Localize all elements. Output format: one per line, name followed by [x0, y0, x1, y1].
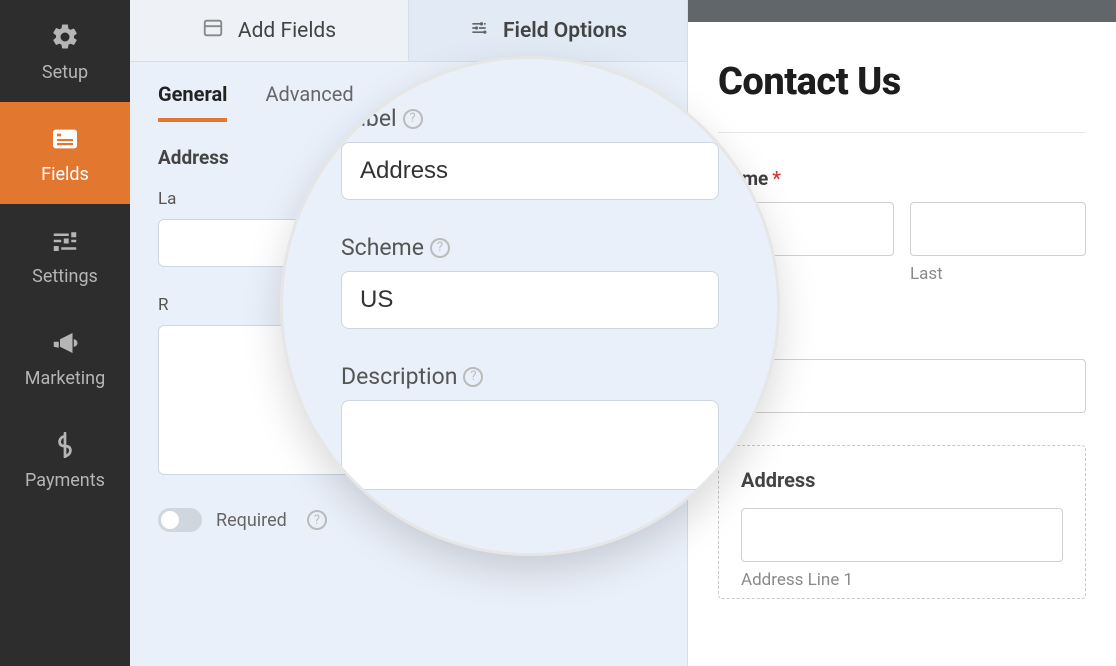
sidebar-item-label: Fields	[41, 164, 89, 185]
address-field-block[interactable]: Address Address Line 1	[718, 445, 1086, 599]
sliders-icon	[48, 224, 82, 258]
panel-top-tabs: Add Fields Field Options	[130, 0, 687, 62]
sidebar-item-marketing[interactable]: Marketing	[0, 306, 130, 408]
section-title: Address	[158, 146, 659, 169]
sidebar-item-setup[interactable]: Setup	[0, 0, 130, 102]
sidebar-item-fields[interactable]: Fields	[0, 102, 130, 204]
form-icon	[48, 122, 82, 156]
tab-field-options[interactable]: Field Options	[409, 0, 687, 61]
form-preview: Contact Us Name* First Last Email*	[688, 0, 1116, 666]
form-title: Contact Us	[718, 60, 1086, 104]
sidebar-item-label: Marketing	[25, 368, 105, 389]
field-group-description: R	[158, 295, 659, 480]
required-toggle[interactable]	[158, 508, 202, 532]
tab-add-fields[interactable]: Add Fields	[130, 0, 409, 61]
label-input-bg[interactable]	[158, 219, 659, 267]
required-label: Required	[216, 510, 287, 531]
name-label: Name*	[718, 167, 1086, 190]
sidebar-item-payments[interactable]: Payments	[0, 408, 130, 510]
panel-body: Address La R Required ?	[130, 122, 687, 532]
sidebar-item-settings[interactable]: Settings	[0, 204, 130, 306]
tab-label: Add Fields	[238, 19, 336, 43]
help-icon[interactable]: ?	[307, 510, 327, 530]
subtab-advanced[interactable]: Advanced	[265, 82, 353, 122]
required-row: Required ?	[158, 508, 659, 532]
sliders-small-icon	[469, 18, 489, 44]
grid-icon	[202, 17, 224, 45]
last-name-input[interactable]	[910, 202, 1086, 256]
subtab-general[interactable]: General	[158, 82, 227, 122]
field-options-panel: Add Fields Field Options General Advance…	[130, 0, 688, 666]
tab-label: Field Options	[503, 19, 627, 43]
address-line1-input[interactable]	[741, 508, 1063, 562]
email-field-block: Email*	[718, 324, 1086, 413]
field-label-label: La	[158, 189, 198, 209]
sidebar-item-label: Payments	[25, 470, 105, 491]
email-input[interactable]	[718, 359, 1086, 413]
left-sidebar: Setup Fields Settings Marketing Payments	[0, 0, 130, 666]
address-line1-hint: Address Line 1	[741, 570, 1063, 590]
subtab-logic[interactable]: Logic	[512, 82, 561, 122]
preview-top-bar	[688, 0, 1116, 22]
first-hint: First	[718, 264, 894, 284]
address-label: Address	[741, 468, 1063, 492]
first-name-input[interactable]	[718, 202, 894, 256]
field-group-label: La	[158, 189, 659, 267]
name-field-block: Name* First Last	[718, 167, 1086, 284]
dollar-icon	[48, 428, 82, 462]
sidebar-item-label: Setup	[42, 62, 88, 83]
panel-subtabs: General Advanced Logic	[130, 62, 687, 122]
gear-icon	[48, 20, 82, 54]
last-hint: Last	[910, 264, 1086, 284]
megaphone-icon	[48, 326, 82, 360]
field-label-required-short: R	[158, 295, 198, 315]
divider	[718, 132, 1086, 133]
sidebar-item-label: Settings	[32, 266, 98, 287]
description-textarea-bg[interactable]	[158, 325, 659, 475]
email-label: Email*	[718, 324, 1086, 347]
